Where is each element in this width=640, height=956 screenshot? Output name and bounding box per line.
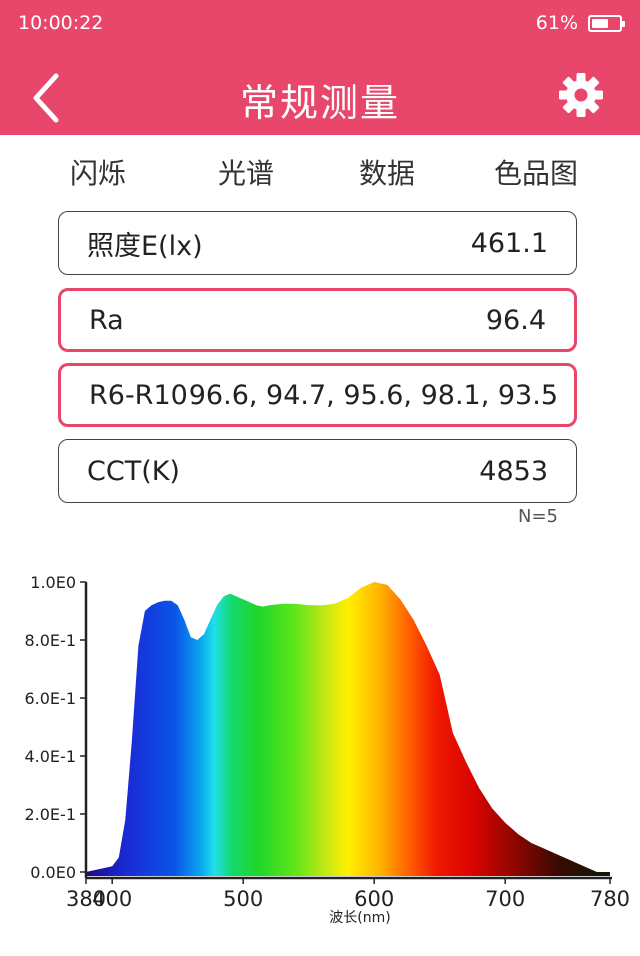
tab-data[interactable]: 数据 [359, 152, 415, 192]
tab-chromaticity[interactable]: 色品图 [494, 152, 578, 192]
gear-icon[interactable] [558, 72, 604, 118]
status-battery: 61% [535, 12, 625, 34]
battery-percent: 61% [535, 12, 578, 34]
y-tick-label: 4.0E-1 [24, 747, 76, 766]
spectrum-chart: 0.0E02.0E-14.0E-16.0E-18.0E-11.0E0 38040… [24, 573, 630, 926]
y-tick-label: 6.0E-1 [24, 689, 76, 708]
tab-flicker[interactable]: 闪烁 [70, 152, 126, 192]
reading-label: Ra [89, 304, 124, 336]
reading-r6-r10: R6-R10 96.6, 94.7, 95.6, 98.1, 93.5 [58, 363, 577, 427]
x-tick-label: 700 [485, 887, 525, 911]
reading-value: 461.1 [470, 227, 548, 259]
y-tick-label: 1.0E0 [30, 573, 76, 592]
x-tick-label: 500 [223, 887, 263, 911]
y-tick-label: 0.0E0 [30, 863, 76, 882]
x-tick-label: 400 [92, 887, 132, 911]
status-time: 10:00:22 [18, 12, 104, 34]
reading-label: R6-R10 [89, 379, 188, 411]
reading-value: 4853 [479, 455, 548, 487]
y-tick-label: 2.0E-1 [24, 805, 76, 824]
tab-spectrum[interactable]: 光谱 [218, 152, 274, 192]
sample-count: N=5 [518, 506, 558, 527]
page-title: 常规测量 [239, 81, 400, 125]
spectrum-area [86, 582, 610, 876]
reading-value: 96.4 [485, 304, 546, 336]
reading-value: 96.6, 94.7, 95.6, 98.1, 93.5 [188, 379, 558, 411]
y-tick-label: 8.0E-1 [24, 631, 76, 650]
reading-ra: Ra 96.4 [58, 288, 577, 352]
reading-illuminance: 照度E(lx) 461.1 [58, 211, 577, 275]
battery-icon [588, 14, 625, 32]
x-tick-label: 600 [354, 887, 394, 911]
app-header: 10:00:22 61% 常规测量 [0, 0, 640, 135]
reading-label: 照度E(lx) [87, 230, 203, 262]
reading-cct: CCT(K) 4853 [58, 439, 577, 503]
x-axis-label: 波长(nm) [329, 910, 390, 926]
x-tick-label: 780 [590, 887, 630, 911]
tab-bar: 闪烁 光谱 数据 色品图 [0, 152, 640, 196]
reading-label: CCT(K) [87, 455, 180, 487]
